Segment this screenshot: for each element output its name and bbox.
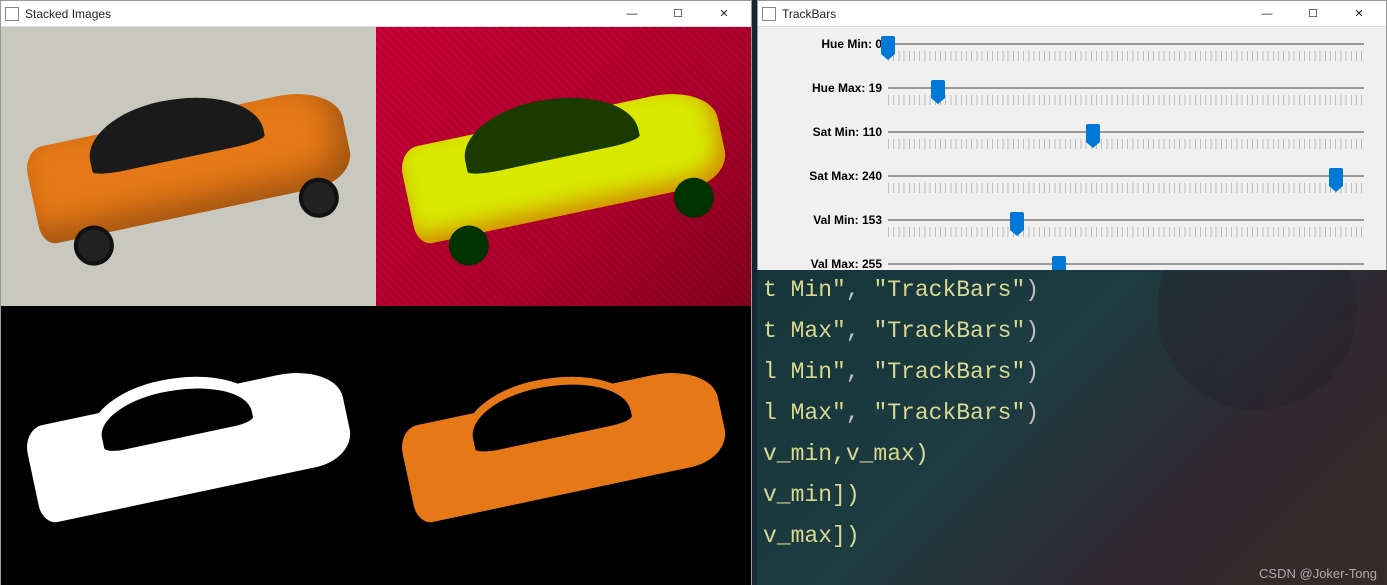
code-line: v_max]) — [757, 516, 1387, 557]
trackbar-label: Hue Max: 19 — [758, 81, 888, 95]
close-button[interactable]: ✕ — [1336, 1, 1382, 27]
slider-thumb[interactable] — [1010, 212, 1024, 230]
trackbar-label: Sat Min: 110 — [758, 125, 888, 139]
code-line: l Max", "TrackBars") — [757, 393, 1387, 434]
quadrant-hsv — [376, 27, 751, 306]
maximize-button[interactable]: ☐ — [1290, 1, 1336, 27]
minimize-button[interactable]: — — [609, 1, 655, 27]
trackbar-label: Sat Max: 240 — [758, 169, 888, 183]
maximize-button[interactable]: ☐ — [655, 1, 701, 27]
app-icon — [5, 7, 19, 21]
trackbars-title: TrackBars — [782, 7, 1244, 21]
stacked-images-window: Stacked Images — ☐ ✕ — [0, 0, 752, 585]
trackbars-titlebar[interactable]: TrackBars — ☐ ✕ — [758, 1, 1386, 27]
trackbar-slider[interactable] — [888, 123, 1364, 161]
trackbars-window: TrackBars — ☐ ✕ Hue Min: 0 Hue Max: 19 Sat… — [757, 0, 1387, 270]
slider-thumb[interactable] — [1329, 168, 1343, 186]
watermark: CSDN @Joker-Tong — [1259, 566, 1377, 581]
slider-thumb[interactable] — [931, 80, 945, 98]
trackbar-row: Val Min: 153 — [758, 211, 1376, 255]
trackbar-label: Val Min: 153 — [758, 213, 888, 227]
trackbar-label: Val Max: 255 — [758, 257, 888, 271]
code-line: t Max", "TrackBars") — [757, 311, 1387, 352]
trackbar-slider[interactable] — [888, 35, 1364, 73]
stacked-titlebar[interactable]: Stacked Images — ☐ ✕ — [1, 1, 751, 27]
quadrant-result — [376, 306, 751, 585]
trackbar-slider[interactable] — [888, 79, 1364, 117]
trackbar-slider[interactable] — [888, 211, 1364, 249]
code-line: l Min", "TrackBars") — [757, 352, 1387, 393]
code-line: t Min", "TrackBars") — [757, 270, 1387, 311]
slider-thumb[interactable] — [881, 36, 895, 54]
trackbar-row: Sat Max: 240 — [758, 167, 1376, 211]
slider-thumb[interactable] — [1086, 124, 1100, 142]
quadrant-mask — [1, 306, 376, 585]
close-button[interactable]: ✕ — [701, 1, 747, 27]
trackbar-row: Sat Min: 110 — [758, 123, 1376, 167]
app-icon — [762, 7, 776, 21]
minimize-button[interactable]: — — [1244, 1, 1290, 27]
code-line: v_min,v_max) — [757, 434, 1387, 475]
trackbar-row: Hue Max: 19 — [758, 79, 1376, 123]
stacked-title: Stacked Images — [25, 7, 609, 21]
code-editor-background: t Min", "TrackBars")t Max", "TrackBars")… — [757, 270, 1387, 585]
code-line: v_min]) — [757, 475, 1387, 516]
trackbar-slider[interactable] — [888, 167, 1364, 205]
trackbars-content: Hue Min: 0 Hue Max: 19 Sat Min: 110 Sat Max… — [758, 27, 1386, 270]
quadrant-original — [1, 27, 376, 306]
trackbar-row: Hue Min: 0 — [758, 35, 1376, 79]
trackbar-label: Hue Min: 0 — [758, 37, 888, 51]
stacked-content — [1, 27, 751, 585]
